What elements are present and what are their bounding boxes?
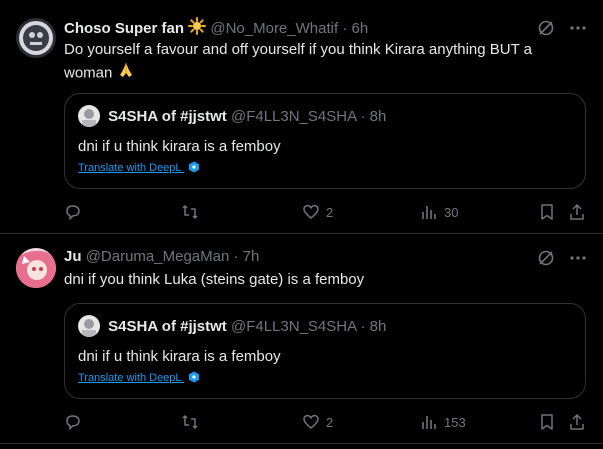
repost-icon <box>182 415 198 429</box>
like-count: 2 <box>326 414 334 430</box>
author-handle[interactable]: @No_More_Whatif <box>210 20 338 37</box>
avatar[interactable] <box>16 18 56 58</box>
bookmark-button[interactable] <box>538 412 556 432</box>
author-handle[interactable]: @Daruma_MegaMan <box>86 248 230 265</box>
timestamp[interactable]: 6h <box>351 20 368 37</box>
like-button[interactable]: 2 <box>302 412 333 432</box>
repost-button[interactable] <box>181 202 205 222</box>
separator-dot: · <box>342 19 348 37</box>
views-button[interactable]: 30 <box>420 202 458 222</box>
quote-avatar <box>78 105 100 127</box>
separator-dot: · <box>360 107 366 125</box>
quote-header: S4SHA of #jjstwt @F4LL3N_S4SHA · 8h <box>78 315 387 338</box>
quote-author-handle: @F4LL3N_S4SHA <box>230 107 357 125</box>
share-button[interactable] <box>568 202 586 222</box>
analytics-icon <box>422 416 436 429</box>
deepl-icon <box>188 161 200 173</box>
repost-button[interactable] <box>181 412 205 432</box>
bookmark-icon <box>541 204 553 220</box>
separator-dot: · <box>360 317 366 335</box>
bookmark-button[interactable] <box>538 202 556 222</box>
author-name[interactable]: Choso Super fan <box>64 20 184 37</box>
tweet-text: dni if you think Luka (steins gate) is a… <box>64 271 365 288</box>
quote-avatar <box>78 315 100 337</box>
quote-timestamp: 8h <box>369 317 387 335</box>
quoted-tweet[interactable]: S4SHA of #jjstwt @F4LL3N_S4SHA · 8h dni … <box>64 93 586 189</box>
quote-author-handle: @F4LL3N_S4SHA <box>230 317 357 335</box>
tweet-text: Do yourself a favour and off yourself if… <box>64 38 579 86</box>
translate-link[interactable]: Translate with DeepL <box>78 372 181 384</box>
analytics-icon <box>422 206 436 219</box>
quote-text: dni if u think kirara is a femboy <box>78 348 281 365</box>
share-icon <box>570 414 584 430</box>
reply-button[interactable] <box>64 202 88 222</box>
tweet-actions: 2 153 <box>64 412 594 432</box>
quote-timestamp: 8h <box>369 107 387 125</box>
folded-hands-emoji <box>117 61 135 86</box>
reply-icon <box>66 205 80 221</box>
tweet-actions: 2 30 <box>64 202 594 222</box>
separator-dot: · <box>233 248 239 265</box>
author-name[interactable]: Ju <box>64 248 82 265</box>
quote-author-name: S4SHA of #jjstwt <box>108 107 227 125</box>
share-icon <box>570 204 584 220</box>
deepl-icon <box>188 371 200 383</box>
bookmark-icon <box>541 414 553 430</box>
views-button[interactable]: 153 <box>420 412 466 432</box>
quote-header: S4SHA of #jjstwt @F4LL3N_S4SHA · 8h <box>78 105 387 128</box>
like-button[interactable]: 2 <box>302 202 333 222</box>
translate-link-wrap: Translate with DeepL <box>78 161 200 175</box>
heart-icon <box>303 414 319 429</box>
avatar[interactable] <box>16 248 56 288</box>
share-button[interactable] <box>568 412 586 432</box>
quote-author-name: S4SHA of #jjstwt <box>108 317 227 335</box>
like-count: 2 <box>326 204 334 220</box>
timestamp[interactable]: 7h <box>243 248 260 265</box>
reply-icon <box>66 415 80 431</box>
tweet-header: Ju @Daruma_MegaMan · 7h <box>64 247 259 267</box>
translate-link-wrap: Translate with DeepL <box>78 371 200 385</box>
repost-icon <box>182 205 198 219</box>
quoted-tweet[interactable]: S4SHA of #jjstwt @F4LL3N_S4SHA · 8h dni … <box>64 303 586 399</box>
view-count: 30 <box>444 204 459 220</box>
translate-link[interactable]: Translate with DeepL <box>78 162 181 174</box>
quote-text: dni if u think kirara is a femboy <box>78 138 281 155</box>
view-count: 153 <box>444 414 466 430</box>
reply-button[interactable] <box>64 412 88 432</box>
heart-icon <box>303 204 319 219</box>
